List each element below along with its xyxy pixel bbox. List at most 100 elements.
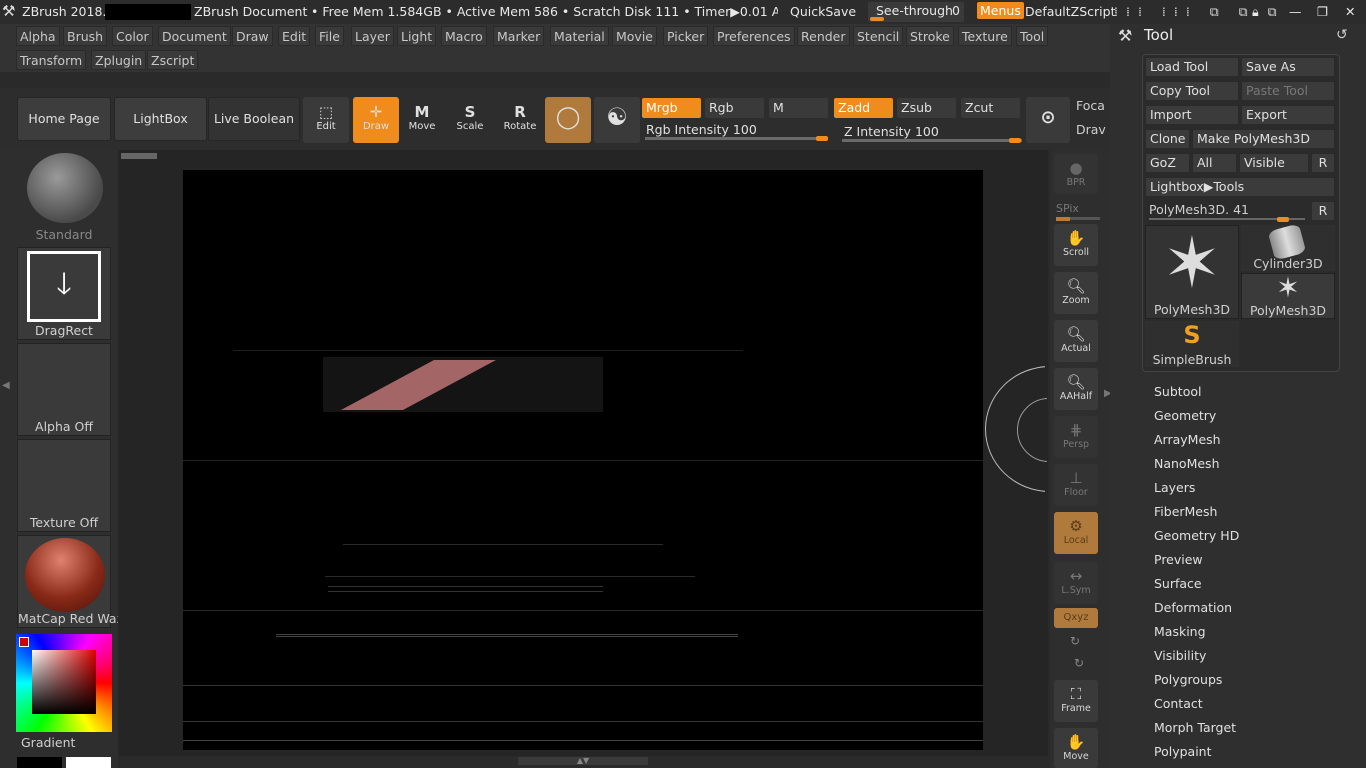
menu-draw[interactable]: Draw [232,26,273,46]
gradient-label[interactable]: Gradient [21,735,75,750]
export-button[interactable]: Export [1241,105,1335,125]
menu-edit[interactable]: Edit [278,26,311,46]
home-page-button[interactable]: Home Page [17,97,111,141]
subpalette-fibermesh[interactable]: FiberMesh [1154,504,1217,519]
close-icon[interactable]: ✕ [1345,4,1355,19]
menu-light[interactable]: Light [397,26,437,46]
all-button[interactable]: All [1192,153,1237,173]
subpalette-subtool[interactable]: Subtool [1154,384,1201,399]
z-intensity-knob[interactable] [1009,138,1021,143]
menu-preferences[interactable]: Preferences [713,26,795,46]
color-saturation-square[interactable] [32,650,96,714]
menu-render[interactable]: Render [797,26,850,46]
subpalette-layers[interactable]: Layers [1154,480,1195,495]
tool-thumb-polymesh3d-small[interactable]: ✶ PolyMesh3D [1241,273,1335,319]
subpalette-masking[interactable]: Masking [1154,624,1206,639]
goz-r-button[interactable]: R [1311,153,1335,173]
mrgb-button[interactable]: Mrgb [642,98,701,118]
tool-thumb-simplebrush[interactable]: S SimpleBrush [1145,321,1239,367]
xyz-button[interactable]: Qxyz [1054,608,1098,628]
left-tray-collapse-icon[interactable]: ◀ [2,380,10,391]
subpalette-visibility[interactable]: Visibility [1154,648,1206,663]
rgb-button[interactable]: Rgb [705,98,764,118]
menu-zscript[interactable]: Zscript [147,50,199,70]
color-picker[interactable] [16,634,112,732]
color-swatch-black[interactable] [17,757,62,768]
menu-color[interactable]: Color [112,26,153,46]
lsym-button[interactable]: ↔ L.Sym [1054,562,1098,604]
menu-material[interactable]: Material [550,26,609,46]
bpr-button[interactable]: ● BPR [1054,154,1098,194]
subpalette-contact[interactable]: Contact [1154,696,1203,711]
menu-movie[interactable]: Movie [612,26,657,46]
stroke-picker[interactable]: 🡓 DragRect [17,247,111,340]
current-tool-slider[interactable]: PolyMesh3D. 41 [1145,201,1309,222]
texture-picker[interactable]: Texture Off [17,439,111,532]
subpalette-deformation[interactable]: Deformation [1154,600,1232,615]
menu-stroke[interactable]: Stroke [906,26,954,46]
save-as-button[interactable]: Save As [1241,57,1335,77]
goz-button[interactable]: GoZ [1145,153,1190,173]
subpalette-surface[interactable]: Surface [1154,576,1202,591]
m-button[interactable]: M [769,98,828,118]
subpalette-geometry-hd[interactable]: Geometry HD [1154,528,1239,543]
zsub-button[interactable]: Zsub [897,98,956,118]
aahalf-button[interactable]: 🔍︎ AAHalf [1054,368,1098,410]
subpalette-polypaint[interactable]: Polypaint [1154,744,1212,759]
current-tool-r-button[interactable]: R [1311,201,1335,221]
zoom-button[interactable]: 🔍︎ Zoom [1054,272,1098,314]
visible-button[interactable]: Visible [1239,153,1309,173]
floor-button[interactable]: ⊥ Floor [1054,464,1098,506]
material-picker[interactable]: MatCap Red Wax [17,535,124,628]
menu-tool[interactable]: Tool [1016,26,1049,46]
see-through-slider[interactable]: See-through 0 [868,2,964,22]
canvas[interactable] [183,170,983,750]
bottom-tray-handle-icon[interactable]: ▲▼ [518,757,648,765]
move-view-button[interactable]: ✋ Move [1054,728,1098,768]
lock-icon[interactable]: 🔒︎ [1252,4,1259,20]
spix-slider[interactable]: SPix [1056,202,1100,221]
material-toggle-button[interactable]: ◯ [545,97,591,143]
tool-palette-reset-icon[interactable]: ↺ [1336,27,1348,43]
rgb-toggle-button[interactable]: ☯ [594,97,640,143]
live-boolean-button[interactable]: Live Boolean [208,97,300,141]
primary-color-swatch[interactable] [19,637,29,647]
subpalette-geometry[interactable]: Geometry [1154,408,1216,423]
scroll-button[interactable]: ✋ Scroll [1054,224,1098,266]
tool-palette-title[interactable]: Tool [1144,26,1173,44]
tool-thumb-cylinder3d[interactable]: Cylinder3D [1241,223,1335,271]
menu-file[interactable]: File [315,26,344,46]
menu-layer[interactable]: Layer [351,26,394,46]
menu-texture[interactable]: Texture [958,26,1012,46]
paste-tool-button[interactable]: Paste Tool [1241,81,1335,101]
lightbox-tools-button[interactable]: Lightbox▶Tools [1145,177,1335,197]
default-zscript[interactable]: DefaultZScript [1025,4,1116,19]
focal-shift-button[interactable]: ⊙ [1026,97,1070,143]
viewport-scrollbar[interactable] [121,153,157,159]
subpalette-polygroups[interactable]: Polygroups [1154,672,1222,687]
draw-button[interactable]: ✛ Draw [353,97,399,143]
brush-picker[interactable]: Standard [17,151,111,243]
load-tool-button[interactable]: Load Tool [1145,57,1239,77]
clone-button[interactable]: Clone [1145,129,1190,149]
rotate-y-icon[interactable]: ↻ [1070,634,1080,648]
alpha-picker[interactable]: Alpha Off [17,343,111,436]
frame-button[interactable]: ⛶ Frame [1054,680,1098,722]
tool-thumb-polymesh3d-star[interactable]: ✶ PolyMesh3D [1145,225,1239,319]
lightbox-button[interactable]: LightBox [114,97,207,141]
local-button[interactable]: ⚙ Local [1054,512,1098,554]
persp-button[interactable]: ⋕ Persp [1054,416,1098,458]
menu-macro[interactable]: Macro [441,26,487,46]
scale-button[interactable]: S Scale [447,97,493,143]
zcut-button[interactable]: Zcut [961,98,1020,118]
subpalette-preview[interactable]: Preview [1154,552,1203,567]
rgb-intensity-track[interactable] [645,137,828,140]
menu-transform[interactable]: Transform [16,50,87,70]
menu-stencil[interactable]: Stencil [853,26,904,46]
menus-toggle[interactable]: Menus [977,2,1024,19]
menu-marker[interactable]: Marker [493,26,545,46]
move-button[interactable]: M Move [399,97,445,143]
menu-picker[interactable]: Picker [663,26,709,46]
menu-document[interactable]: Document [158,26,231,46]
rotate-button[interactable]: R Rotate [497,97,543,143]
